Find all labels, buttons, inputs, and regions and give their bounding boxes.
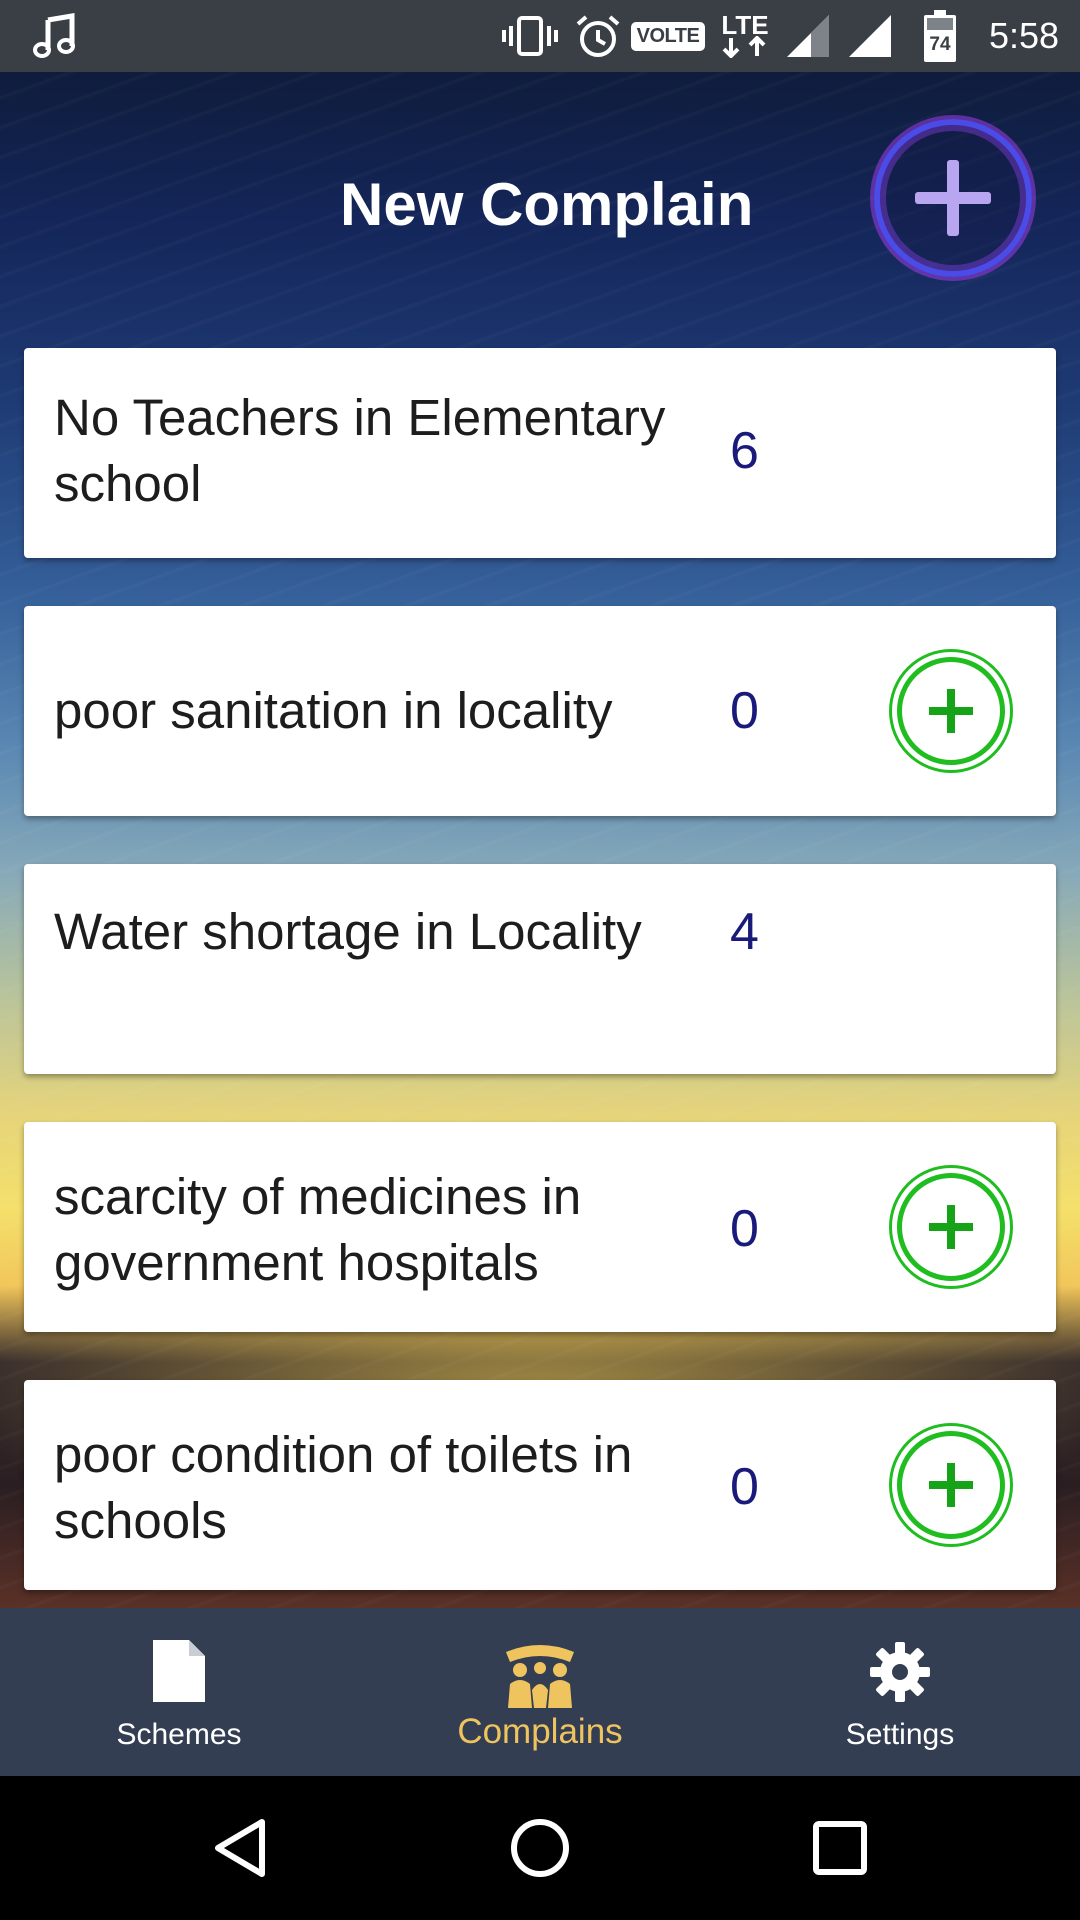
- nav-label-settings: Settings: [845, 1718, 955, 1751]
- alarm-icon: [570, 0, 626, 72]
- complaint-count: 0: [730, 682, 759, 740]
- volte-icon: VOLTE: [630, 0, 706, 72]
- system-nav-bar: [0, 1776, 1080, 1920]
- complaint-title: poor sanitation in locality: [54, 682, 613, 739]
- svg-text:74: 74: [929, 34, 951, 55]
- plus-icon: [929, 1205, 973, 1249]
- complaint-title: poor condition of toilets in schools: [54, 1426, 633, 1549]
- complaint-card[interactable]: poor sanitation in locality 0: [24, 606, 1056, 816]
- clock: 5:58: [978, 0, 1070, 72]
- complaint-card[interactable]: Water shortage in Locality 4: [24, 864, 1056, 1074]
- signal-icon: [784, 0, 832, 72]
- lte-data-icon: LTE: [716, 0, 774, 72]
- people-icon: [502, 1638, 578, 1714]
- back-icon[interactable]: [204, 1812, 276, 1884]
- gear-icon: [868, 1640, 932, 1708]
- signal-icon: [846, 0, 894, 72]
- complaint-count: 4: [730, 903, 759, 961]
- document-icon: [151, 1638, 207, 1708]
- battery-icon: 74: [914, 0, 966, 72]
- add-complaint-button[interactable]: [889, 649, 1013, 773]
- bottom-nav: Schemes Complains Settings: [0, 1608, 1080, 1776]
- complaint-count: 0: [730, 1458, 759, 1516]
- volte-label: VOLTE: [630, 21, 706, 51]
- nav-item-settings[interactable]: Settings: [750, 1608, 1050, 1776]
- screen: VOLTE LTE 74 5:58 New Complain No Teache…: [0, 0, 1080, 1920]
- complaint-title: No Teachers in Elementary school: [54, 389, 666, 512]
- new-complain-button[interactable]: [874, 119, 1032, 277]
- complaint-title: scarcity of medicines in government hosp…: [54, 1168, 582, 1291]
- lte-label: LTE: [721, 10, 769, 40]
- plus-icon: [929, 1463, 973, 1507]
- status-bar: VOLTE LTE 74 5:58: [0, 0, 1080, 72]
- add-complaint-button[interactable]: [889, 1423, 1013, 1547]
- page-title: New Complain: [340, 171, 754, 238]
- nav-label-schemes: Schemes: [116, 1718, 242, 1751]
- complaint-card[interactable]: No Teachers in Elementary school 6: [24, 348, 1056, 558]
- complaint-count: 0: [730, 1200, 759, 1258]
- nav-item-schemes[interactable]: Schemes: [29, 1608, 329, 1776]
- wallpaper-streaks: [0, 72, 1080, 1608]
- plus-icon: [915, 160, 991, 236]
- plus-icon: [929, 689, 973, 733]
- add-complaint-button[interactable]: [889, 1165, 1013, 1289]
- music-note-icon: [26, 0, 82, 72]
- complaint-card[interactable]: poor condition of toilets in schools 0: [24, 1380, 1056, 1590]
- nav-item-complains[interactable]: Complains: [390, 1608, 690, 1776]
- complaint-count: 6: [730, 422, 759, 480]
- home-icon[interactable]: [504, 1812, 576, 1884]
- nav-label-complains: Complains: [457, 1712, 623, 1751]
- recents-icon[interactable]: [804, 1812, 876, 1884]
- complaint-title: Water shortage in Locality: [54, 903, 642, 960]
- vibrate-icon: [500, 0, 560, 72]
- complaint-card[interactable]: scarcity of medicines in government hosp…: [24, 1122, 1056, 1332]
- status-time: 5:58: [988, 15, 1060, 56]
